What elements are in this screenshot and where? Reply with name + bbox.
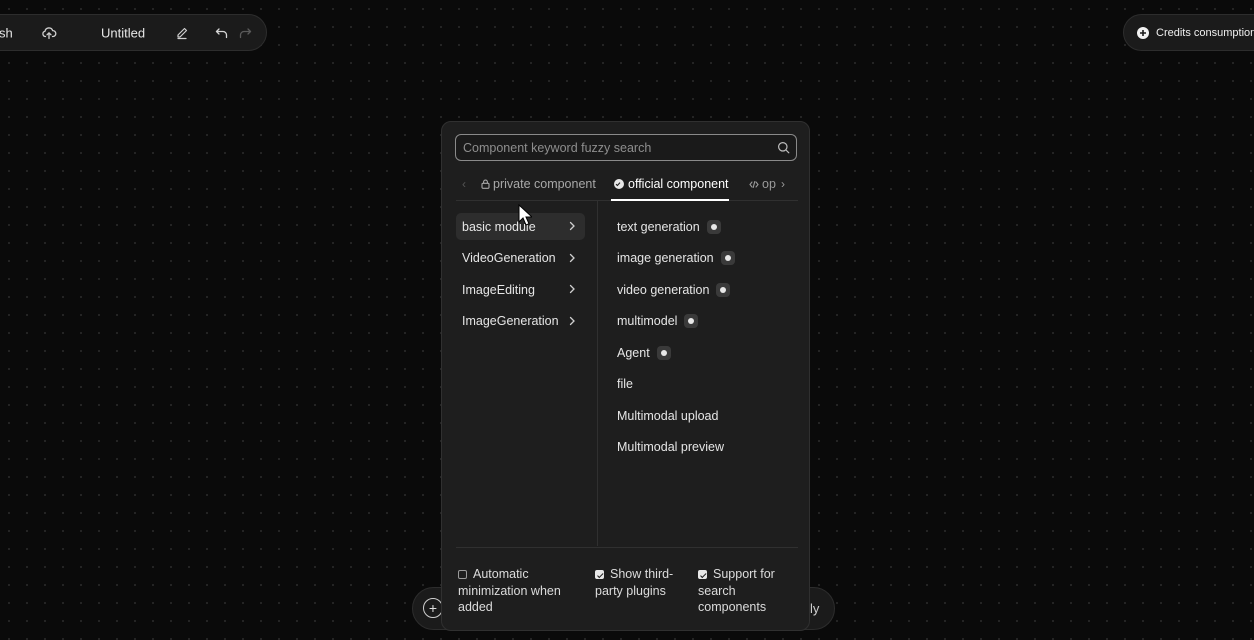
search-components-label: Support for search components bbox=[698, 567, 775, 614]
component-tabs: ‹ private component official component o… bbox=[456, 168, 798, 201]
tab-scroll-left-icon[interactable]: ‹ bbox=[462, 168, 466, 200]
official-badge-icon bbox=[684, 314, 699, 328]
category-label: VideoGeneration bbox=[462, 251, 556, 265]
tab-label: op bbox=[762, 177, 776, 191]
component-item-multimodel[interactable]: multimodel bbox=[611, 308, 791, 335]
official-badge-icon bbox=[716, 282, 731, 297]
tab-private-component[interactable]: private component bbox=[481, 168, 596, 200]
category-label: ImageEditing bbox=[462, 282, 535, 297]
undo-icon[interactable] bbox=[214, 25, 229, 40]
redo-icon[interactable] bbox=[238, 25, 253, 40]
tab-label: official component bbox=[628, 177, 729, 191]
official-badge-icon bbox=[706, 219, 721, 234]
add-node-button[interactable]: + bbox=[423, 598, 443, 618]
cloud-upload-icon[interactable] bbox=[41, 25, 57, 41]
credits-label: Credits consumption bbox=[1156, 26, 1254, 39]
component-label: video generation bbox=[617, 282, 710, 297]
official-badge-icon bbox=[614, 179, 624, 189]
tab-official-component[interactable]: official component bbox=[611, 168, 729, 201]
component-label: file bbox=[617, 377, 633, 391]
category-item-video-generation[interactable]: VideoGeneration bbox=[456, 245, 585, 272]
component-item-image-generation[interactable]: image generation bbox=[611, 245, 791, 272]
component-item-agent[interactable]: Agent bbox=[611, 339, 791, 366]
credits-consumption-button[interactable]: Credits consumption bbox=[1123, 14, 1254, 51]
chevron-right-icon bbox=[569, 284, 575, 294]
component-item-multimodal-preview[interactable]: Multimodal preview bbox=[611, 434, 791, 461]
category-label: ImageGeneration bbox=[462, 314, 559, 328]
third-party-label: Show third-party plugins bbox=[595, 567, 674, 598]
tab-scroll-right-icon[interactable]: › bbox=[781, 168, 785, 200]
chevron-right-icon bbox=[569, 221, 575, 231]
official-badge-icon bbox=[656, 345, 671, 360]
component-item-video-generation[interactable]: video generation bbox=[611, 276, 791, 303]
auto-minimize-option[interactable]: Automatic minimization when added bbox=[458, 566, 576, 616]
component-item-multimodal-upload[interactable]: Multimodal upload bbox=[611, 402, 791, 429]
category-list: basic module VideoGeneration ImageEditin… bbox=[456, 213, 585, 339]
workflow-title[interactable]: Untitled bbox=[101, 25, 145, 40]
third-party-checkbox[interactable] bbox=[595, 570, 604, 579]
search-input[interactable] bbox=[456, 135, 773, 160]
component-list: text generation image generation video g… bbox=[611, 213, 791, 465]
top-toolbar: sh Untitled bbox=[0, 14, 267, 51]
chevron-right-icon bbox=[569, 253, 575, 262]
component-item-file[interactable]: file bbox=[611, 371, 791, 398]
component-label: Multimodal preview bbox=[617, 440, 724, 454]
publish-button[interactable]: sh bbox=[0, 25, 13, 40]
code-icon bbox=[749, 180, 759, 188]
component-label: image generation bbox=[617, 251, 714, 265]
search-icon[interactable] bbox=[777, 141, 790, 154]
pencil-icon[interactable] bbox=[175, 26, 189, 40]
column-divider bbox=[597, 201, 598, 546]
chevron-right-icon bbox=[569, 316, 575, 325]
bottom-bar-label[interactable]: ly bbox=[810, 601, 819, 616]
plus-circle-icon bbox=[1137, 26, 1149, 39]
category-item-image-editing[interactable]: ImageEditing bbox=[456, 276, 585, 303]
component-label: multimodel bbox=[617, 314, 678, 328]
component-picker-panel: ‹ private component official component o… bbox=[441, 121, 810, 631]
search-box bbox=[455, 134, 797, 161]
auto-minimize-checkbox[interactable] bbox=[458, 570, 467, 579]
category-item-image-generation[interactable]: ImageGeneration bbox=[456, 308, 585, 335]
component-label: text generation bbox=[617, 219, 700, 234]
component-label: Multimodal upload bbox=[617, 408, 719, 423]
search-components-checkbox[interactable] bbox=[698, 570, 707, 579]
component-item-text-generation[interactable]: text generation bbox=[611, 213, 791, 240]
third-party-option[interactable]: Show third-party plugins bbox=[595, 566, 675, 599]
lock-icon bbox=[481, 179, 490, 189]
official-badge-icon bbox=[720, 251, 735, 265]
search-components-option[interactable]: Support for search components bbox=[698, 566, 798, 616]
auto-minimize-label: Automatic minimization when added bbox=[458, 567, 561, 614]
tab-label: private component bbox=[493, 177, 596, 191]
mouse-cursor-icon bbox=[518, 204, 532, 226]
options-divider bbox=[456, 547, 798, 548]
component-label: Agent bbox=[617, 345, 650, 360]
tab-open-component[interactable]: op bbox=[749, 168, 776, 200]
